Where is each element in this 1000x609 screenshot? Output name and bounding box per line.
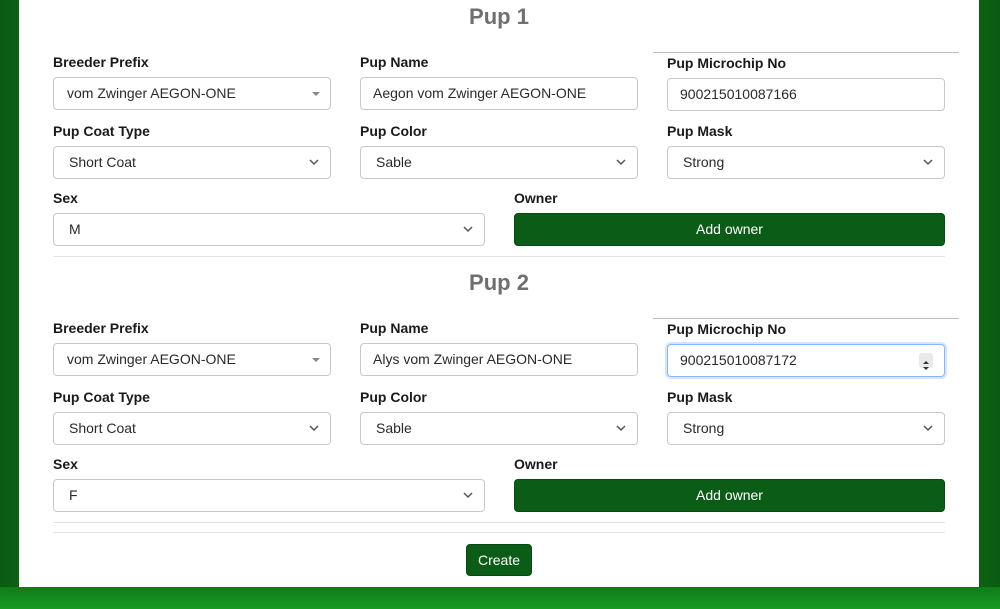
chevron-down-icon	[923, 159, 933, 166]
pup-2-color-select[interactable]: Sable	[360, 412, 638, 445]
pup-1-mask-value: Strong	[683, 154, 725, 170]
pup-1-pup-name-label: Pup Name	[360, 54, 429, 70]
pup-2-color-value: Sable	[376, 420, 412, 436]
pup-2-microchip-value: 900215010087172	[680, 352, 797, 368]
chevron-down-icon	[923, 425, 933, 432]
pup-1-microchip-input[interactable]: 900215010087166	[667, 78, 945, 111]
pup-2-pup-name-input[interactable]: Alys vom Zwinger AEGON-ONE	[360, 343, 638, 376]
pup-1-owner-label: Owner	[514, 190, 558, 206]
pup-1-color-label: Pup Color	[360, 123, 427, 139]
pup-1-color-value: Sable	[376, 154, 412, 170]
pup-2-breeder-prefix-value: vom Zwinger AEGON-ONE	[67, 351, 236, 367]
pup-2-mask-value: Strong	[683, 420, 725, 436]
pup-1-color-select[interactable]: Sable	[360, 146, 638, 179]
chevron-down-icon	[309, 425, 319, 432]
pup-2-coat-type-label: Pup Coat Type	[53, 389, 150, 405]
pup-1-add-owner-button[interactable]: Add owner	[514, 213, 945, 246]
pup-1-pup-name-input[interactable]: Aegon vom Zwinger AEGON-ONE	[360, 77, 638, 110]
pup-2-owner-label: Owner	[514, 456, 558, 472]
chevron-down-icon	[463, 226, 473, 233]
pup-1-header-divider	[653, 52, 959, 53]
create-button[interactable]: Create	[466, 544, 532, 576]
pup-1-coat-type-value: Short Coat	[69, 154, 136, 170]
pup-1-coat-type-select[interactable]: Short Coat	[53, 146, 331, 179]
pup-1-mask-label: Pup Mask	[667, 123, 733, 139]
pup-2-breeder-prefix-label: Breeder Prefix	[53, 320, 149, 336]
pup-1-microchip-value: 900215010087166	[680, 86, 797, 102]
pup-1-breeder-prefix-select[interactable]: vom Zwinger AEGON-ONE	[53, 77, 331, 110]
pup-2-coat-type-select[interactable]: Short Coat	[53, 412, 331, 445]
pup-2-add-owner-button[interactable]: Add owner	[514, 479, 945, 512]
pup-1-sex-select[interactable]: M	[53, 213, 485, 246]
pup-1-sex-label: Sex	[53, 190, 78, 206]
pup-2-mask-label: Pup Mask	[667, 389, 733, 405]
chevron-down-icon	[616, 425, 626, 432]
pup-1-microchip-label: Pup Microchip No	[667, 55, 786, 71]
pup-2-microchip-label: Pup Microchip No	[667, 321, 786, 337]
pup-2-divider	[53, 522, 945, 523]
pup-2-breeder-prefix-select[interactable]: vom Zwinger AEGON-ONE	[53, 343, 331, 376]
pup-1-sex-value: M	[69, 221, 81, 237]
pup-1-pup-name-value: Aegon vom Zwinger AEGON-ONE	[373, 85, 587, 101]
chevron-down-icon	[309, 159, 319, 166]
pup-1-breeder-prefix-value: vom Zwinger AEGON-ONE	[67, 85, 236, 101]
pup-2-sex-label: Sex	[53, 456, 78, 472]
pup-1-divider	[53, 256, 945, 257]
page-background-band	[0, 587, 1000, 609]
pup-2-title: Pup 2	[469, 270, 529, 295]
pup-2-sex-value: F	[69, 487, 78, 503]
pup-2-coat-type-value: Short Coat	[69, 420, 136, 436]
pup-2-pup-name-label: Pup Name	[360, 320, 429, 336]
pup-1-breeder-prefix-label: Breeder Prefix	[53, 54, 149, 70]
chevron-down-icon	[616, 159, 626, 166]
caret-down-icon	[312, 92, 320, 96]
stepper-arrows-icon	[923, 361, 929, 370]
caret-down-icon	[312, 358, 320, 362]
pup-2-header-divider	[653, 318, 959, 319]
number-stepper-icon[interactable]	[919, 353, 933, 370]
chevron-down-icon	[463, 492, 473, 499]
pup-2-mask-select[interactable]: Strong	[667, 412, 945, 445]
pup-1-mask-select[interactable]: Strong	[667, 146, 945, 179]
pup-1-coat-type-label: Pup Coat Type	[53, 123, 150, 139]
form-footer-divider	[53, 532, 945, 533]
pup-2-pup-name-value: Alys vom Zwinger AEGON-ONE	[373, 351, 573, 367]
pup-2-color-label: Pup Color	[360, 389, 427, 405]
pup-form-card: Pup 1 Breeder Prefix vom Zwinger AEGON-O…	[19, 0, 979, 587]
pup-2-sex-select[interactable]: F	[53, 479, 485, 512]
pup-1-title: Pup 1	[469, 4, 529, 29]
pup-2-microchip-input[interactable]: 900215010087172	[667, 344, 945, 377]
